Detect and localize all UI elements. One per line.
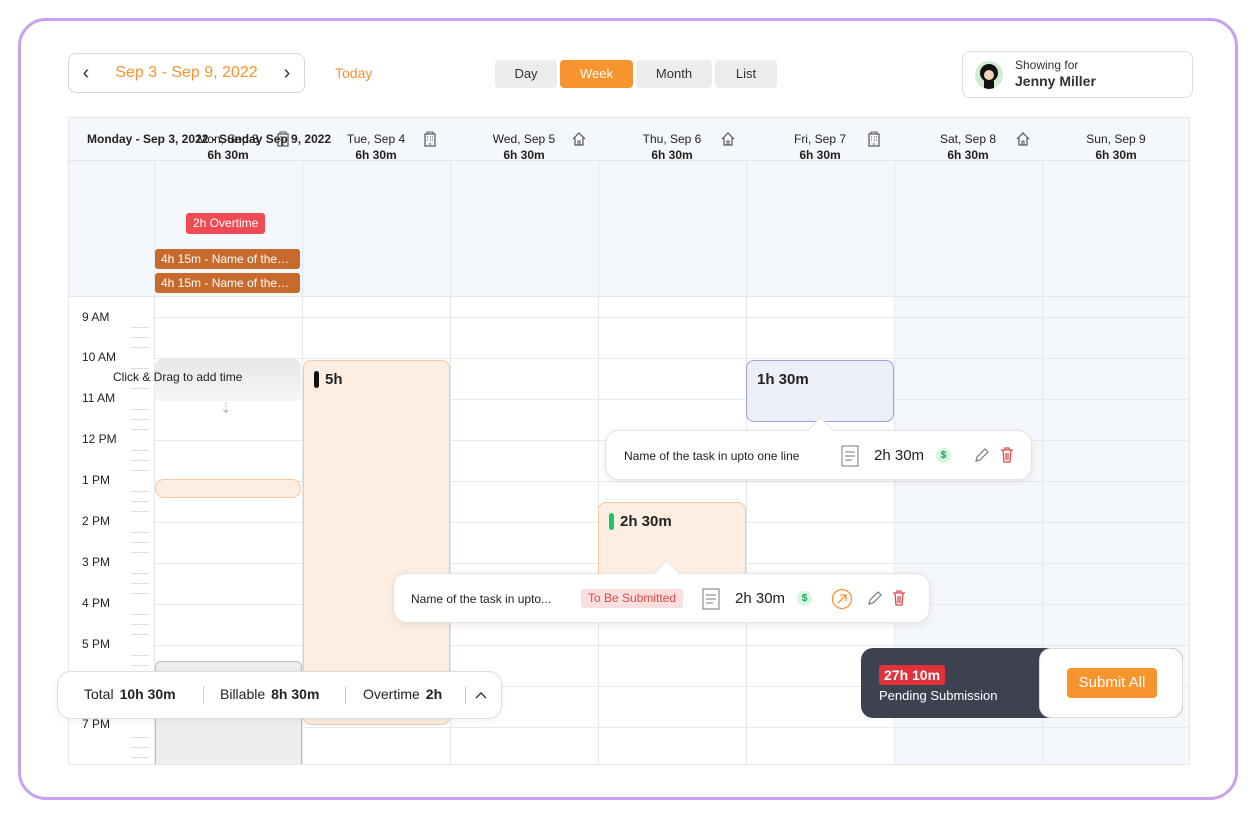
view-day-button[interactable]: Day bbox=[495, 60, 557, 88]
day-hours: 6h 30m bbox=[207, 148, 249, 162]
task-name: Name of the task in upto one line bbox=[624, 449, 800, 463]
pending-label: Pending Submission bbox=[879, 688, 998, 703]
notes-icon[interactable] bbox=[702, 588, 720, 610]
view-switcher: Day Week Month List bbox=[495, 60, 777, 88]
user-selector[interactable]: Showing for Jenny Miller bbox=[962, 51, 1193, 98]
office-building-icon bbox=[277, 131, 289, 147]
edit-icon[interactable] bbox=[866, 589, 882, 607]
overtime-badge: 2h Overtime bbox=[186, 213, 266, 234]
status-pill bbox=[609, 513, 614, 530]
view-week-button[interactable]: Week bbox=[560, 60, 633, 88]
grid-line bbox=[154, 317, 1189, 318]
home-icon bbox=[1016, 132, 1030, 146]
day-header-sun[interactable]: Sun, Sep 9 6h 30m bbox=[1042, 132, 1189, 162]
totals-bar: Total 10h 30m Billable 8h 30m Overtime 2h bbox=[57, 671, 502, 719]
time-label: 10 AM bbox=[82, 350, 117, 364]
home-icon bbox=[572, 132, 586, 146]
block-duration: 5h bbox=[325, 371, 343, 388]
office-building-icon bbox=[868, 131, 880, 147]
pending-amount: 27h 10m bbox=[879, 665, 946, 685]
billable-icon: $ bbox=[936, 448, 951, 463]
drag-hint: Click & Drag to add time bbox=[113, 370, 243, 384]
task-duration: 2h 30m bbox=[874, 447, 925, 464]
task-popup-fri: Name of the task in upto one line 2h 30m… bbox=[605, 417, 1032, 480]
office-building-icon bbox=[424, 131, 436, 147]
billable-summary: Billable 8h 30m bbox=[220, 686, 320, 702]
allday-event[interactable]: 4h 15m - Name of the… bbox=[155, 273, 300, 293]
submit-arrow-icon[interactable] bbox=[831, 588, 853, 610]
overtime-summary: Overtime 2h bbox=[363, 686, 443, 702]
delete-icon[interactable] bbox=[891, 589, 907, 607]
today-button[interactable]: Today bbox=[335, 65, 372, 81]
chevron-left-icon[interactable]: ‹ bbox=[69, 62, 103, 85]
chevron-up-icon[interactable] bbox=[474, 689, 488, 701]
total-summary: Total 10h 30m bbox=[84, 686, 176, 702]
task-popup-thu: Name of the task in upto... To Be Submit… bbox=[393, 560, 930, 623]
time-label: 4 PM bbox=[82, 596, 111, 610]
time-entry-block-fri[interactable]: 1h 30m bbox=[746, 360, 894, 422]
pending-submission-panel: 27h 10m Pending Submission Submit All bbox=[861, 648, 1183, 718]
grid-line bbox=[154, 358, 1189, 359]
day-hours: 6h 30m bbox=[503, 148, 545, 162]
time-label: 2 PM bbox=[82, 514, 111, 528]
time-label: 3 PM bbox=[82, 555, 111, 569]
billable-icon: $ bbox=[797, 591, 812, 606]
status-pill bbox=[314, 371, 319, 388]
view-month-button[interactable]: Month bbox=[636, 60, 712, 88]
time-label: 1 PM bbox=[82, 473, 111, 487]
time-label: 12 PM bbox=[82, 432, 117, 446]
chevron-right-icon[interactable]: › bbox=[270, 62, 304, 85]
submit-all-button[interactable]: Submit All bbox=[1067, 668, 1157, 698]
block-duration: 1h 30m bbox=[757, 371, 809, 388]
avatar bbox=[975, 61, 1003, 89]
day-hours: 6h 30m bbox=[947, 148, 989, 162]
day-hours: 6h 30m bbox=[1095, 148, 1137, 162]
user-name: Jenny Miller bbox=[1015, 73, 1096, 89]
showing-for-label: Showing for bbox=[1015, 58, 1079, 72]
time-slot-hover[interactable] bbox=[155, 479, 301, 498]
day-hours: 6h 30m bbox=[355, 148, 397, 162]
task-duration: 2h 30m bbox=[735, 590, 786, 607]
allday-event[interactable]: 4h 15m - Name of the… bbox=[155, 249, 300, 269]
time-label: 9 AM bbox=[82, 310, 110, 324]
day-label: Sun, Sep 9 bbox=[1086, 132, 1146, 146]
date-range-navigator: ‹ Sep 3 - Sep 9, 2022 › bbox=[68, 53, 305, 93]
home-icon bbox=[721, 132, 735, 146]
delete-icon[interactable] bbox=[999, 446, 1015, 464]
day-hours: 6h 30m bbox=[799, 148, 841, 162]
date-range-label: Sep 3 - Sep 9, 2022 bbox=[115, 64, 258, 81]
view-list-button[interactable]: List bbox=[715, 60, 777, 88]
notes-icon[interactable] bbox=[841, 445, 859, 467]
time-label: 7 PM bbox=[82, 717, 111, 731]
time-label: 5 PM bbox=[82, 637, 111, 651]
arrow-down-icon: ⇣ bbox=[220, 400, 232, 416]
time-label: 11 AM bbox=[82, 391, 116, 405]
grid-line bbox=[154, 727, 1189, 728]
status-badge: To Be Submitted bbox=[581, 589, 684, 608]
task-name: Name of the task in upto... bbox=[411, 592, 552, 606]
edit-icon[interactable] bbox=[973, 446, 989, 464]
day-hours: 6h 30m bbox=[651, 148, 693, 162]
block-duration: 2h 30m bbox=[620, 513, 672, 530]
